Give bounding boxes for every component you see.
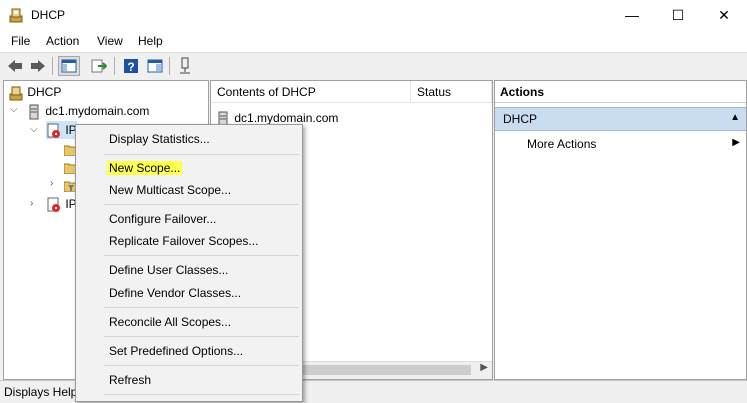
tree-item-ipv6[interactable]: IP (46, 195, 77, 213)
menu-separator (104, 365, 299, 366)
menu-separator (104, 255, 299, 256)
back-icon[interactable] (4, 56, 26, 76)
menu-item-define-vendor-classes[interactable]: Define Vendor Classes... (109, 282, 241, 304)
menu-help[interactable]: Help (138, 34, 163, 48)
menu-file[interactable]: File (11, 34, 30, 48)
submenu-arrow-icon: ▶ (732, 137, 740, 148)
window-title: DHCP (31, 8, 66, 22)
column-header-status[interactable]: Status (411, 81, 492, 103)
tree-item-dhcp-root[interactable]: DHCP (8, 83, 61, 101)
title-bar: DHCP — ☐ ✕ (0, 0, 747, 30)
menu-item-replicate-failover-scopes[interactable]: Replicate Failover Scopes... (109, 230, 258, 252)
export-list-icon[interactable] (88, 56, 110, 76)
actions-section-dhcp[interactable]: DHCP ▲ (495, 107, 746, 131)
menu-item-configure-failover[interactable]: Configure Failover... (109, 208, 216, 230)
collapse-icon[interactable]: ⌵ (10, 104, 18, 115)
menu-separator (104, 204, 299, 205)
maximize-button[interactable]: ☐ (655, 0, 701, 30)
close-button[interactable]: ✕ (701, 0, 747, 30)
status-text: Displays Help (4, 385, 78, 399)
menu-action[interactable]: Action (46, 34, 79, 48)
menu-bar: File Action View Help (0, 30, 747, 52)
collapse-icon[interactable]: ⌵ (30, 124, 38, 135)
properties-icon[interactable] (144, 56, 166, 76)
menu-separator (104, 336, 299, 337)
menu-item-new-scope[interactable]: New Scope... (107, 157, 183, 179)
scroll-right-icon[interactable]: ▶ (480, 362, 488, 373)
actions-section-label: DHCP (503, 112, 538, 126)
context-menu: Display Statistics... New Scope... New M… (75, 124, 303, 402)
actions-pane: Actions DHCP ▲ More Actions ▶ (494, 80, 747, 380)
forward-icon[interactable] (27, 56, 49, 76)
action-more-actions[interactable]: More Actions ▶ (495, 135, 746, 155)
action-more-actions-label: More Actions (527, 137, 597, 151)
minimize-button[interactable]: — (609, 0, 655, 30)
tree-item-server[interactable]: dc1.mydomain.com (26, 102, 149, 120)
toolbar-separator (114, 57, 115, 75)
dhcp-icon (9, 86, 23, 101)
menu-item-new-scope-label: New Scope... (107, 161, 183, 175)
list-item-label: dc1.mydomain.com (234, 111, 339, 125)
actions-header: Actions (495, 81, 746, 103)
ipv4-red-status-icon (47, 123, 60, 138)
toolbar-separator (169, 57, 170, 75)
expand-icon[interactable]: › (30, 198, 33, 209)
scrollbar-thumb[interactable] (301, 365, 471, 375)
tree-label-server: dc1.mydomain.com (45, 104, 150, 118)
menu-view[interactable]: View (97, 34, 123, 48)
ipv6-red-status-icon (47, 197, 60, 212)
menu-item-new-multicast-scope[interactable]: New Multicast Scope... (109, 179, 231, 201)
menu-item-set-predefined-options[interactable]: Set Predefined Options... (109, 340, 243, 362)
menu-item-refresh[interactable]: Refresh (109, 369, 151, 391)
tree-label-dhcp: DHCP (27, 85, 62, 99)
menu-item-define-user-classes[interactable]: Define User Classes... (109, 259, 228, 281)
server-icon (29, 104, 39, 120)
menu-item-display-statistics[interactable]: Display Statistics... (109, 128, 210, 150)
expand-icon[interactable]: › (50, 178, 53, 189)
column-header-contents[interactable]: Contents of DHCP (211, 81, 411, 103)
dhcp-app-icon (9, 8, 23, 23)
toolbar: ? (0, 52, 747, 80)
toolbar-separator (52, 57, 53, 75)
audit-icon[interactable] (174, 56, 196, 76)
menu-separator (104, 307, 299, 308)
help-icon[interactable]: ? (120, 56, 142, 76)
svg-text:?: ? (127, 60, 134, 74)
tree-item-ipv4[interactable]: IP (46, 121, 77, 139)
collapse-up-icon[interactable]: ▲ (730, 112, 740, 123)
menu-separator (104, 394, 299, 395)
menu-item-reconcile-all-scopes[interactable]: Reconcile All Scopes... (109, 311, 231, 333)
show-hide-tree-icon[interactable] (58, 56, 80, 76)
menu-separator (104, 154, 299, 155)
